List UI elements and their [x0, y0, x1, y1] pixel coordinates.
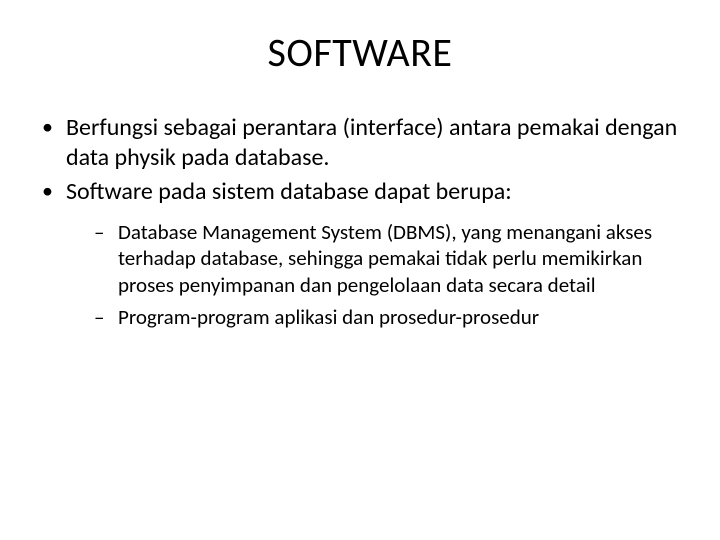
list-item: Database Management System (DBMS), yang … — [66, 219, 682, 298]
slide-title: SOFTWARE — [38, 28, 682, 77]
list-item: Program-program aplikasi dan prosedur-pr… — [66, 304, 682, 330]
list-item: Berfungsi sebagai perantara (interface) … — [38, 113, 682, 173]
list-item-text: Software pada sistem database dapat beru… — [66, 177, 512, 206]
bullet-list: Berfungsi sebagai perantara (interface) … — [38, 113, 682, 330]
sub-bullet-list: Database Management System (DBMS), yang … — [66, 219, 682, 330]
list-item: Software pada sistem database dapat beru… — [38, 177, 682, 330]
